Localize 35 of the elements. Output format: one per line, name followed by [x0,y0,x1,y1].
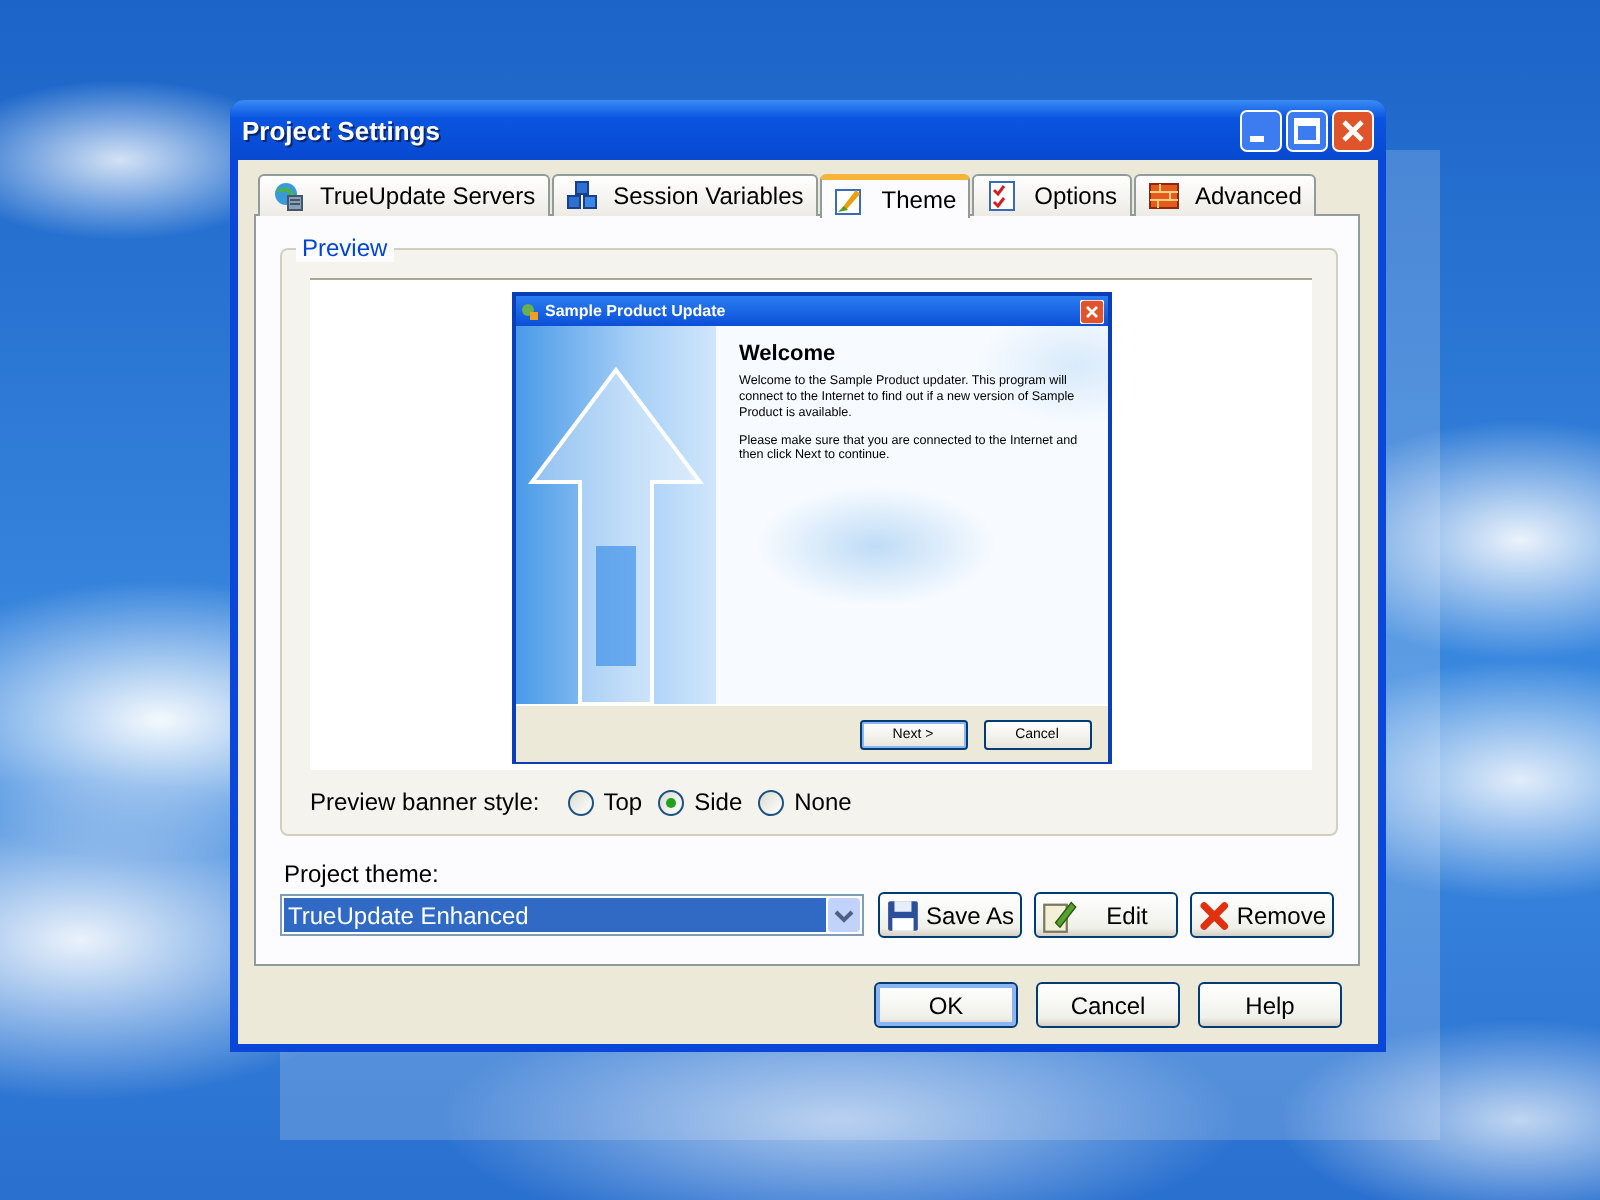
tab[interactable]: Theme [819,174,971,218]
save-as-button[interactable]: Save As [878,892,1022,938]
remove-button[interactable]: Remove [1190,892,1334,938]
welcome-heading: Welcome [739,342,838,366]
radio-button[interactable] [758,789,785,815]
help-button[interactable]: Help [1198,982,1342,1028]
radio-button[interactable] [658,789,685,815]
window-title: Project Settings [242,115,442,145]
tab[interactable]: TrueUpdate Servers [258,174,550,216]
cubes-icon [565,180,598,212]
dialog-title: Sample Product Update [545,302,728,320]
group-title: Preview [296,234,394,262]
minimize-icon[interactable] [1240,109,1282,151]
tab[interactable]: Options [972,174,1131,216]
edit-button[interactable]: Edit [1034,892,1178,938]
tab[interactable]: Advanced [1133,174,1316,216]
radio-label: Top [603,788,643,816]
cross-icon [1198,897,1231,933]
globe-icon [272,180,304,212]
checklist-icon [986,180,1019,212]
radio-label: Side [694,788,743,816]
ok-button[interactable]: OK [874,982,1018,1028]
banner-style-label: Preview banner style: [310,788,540,816]
radio-label: None [794,788,852,816]
radio-button[interactable] [567,789,594,815]
maximize-icon[interactable] [1286,109,1328,151]
notepad-pencil-icon [1042,897,1078,933]
close-icon[interactable] [1079,299,1103,323]
cancel-button[interactable]: Cancel [1036,982,1180,1028]
theme-dropdown[interactable]: TrueUpdate Enhanced [280,894,864,936]
bricks-icon [1147,180,1179,212]
app-icon [519,301,539,321]
theme-label: Project theme: [284,860,441,888]
close-icon[interactable] [1332,109,1374,151]
tab[interactable]: Session Variables [551,174,818,216]
